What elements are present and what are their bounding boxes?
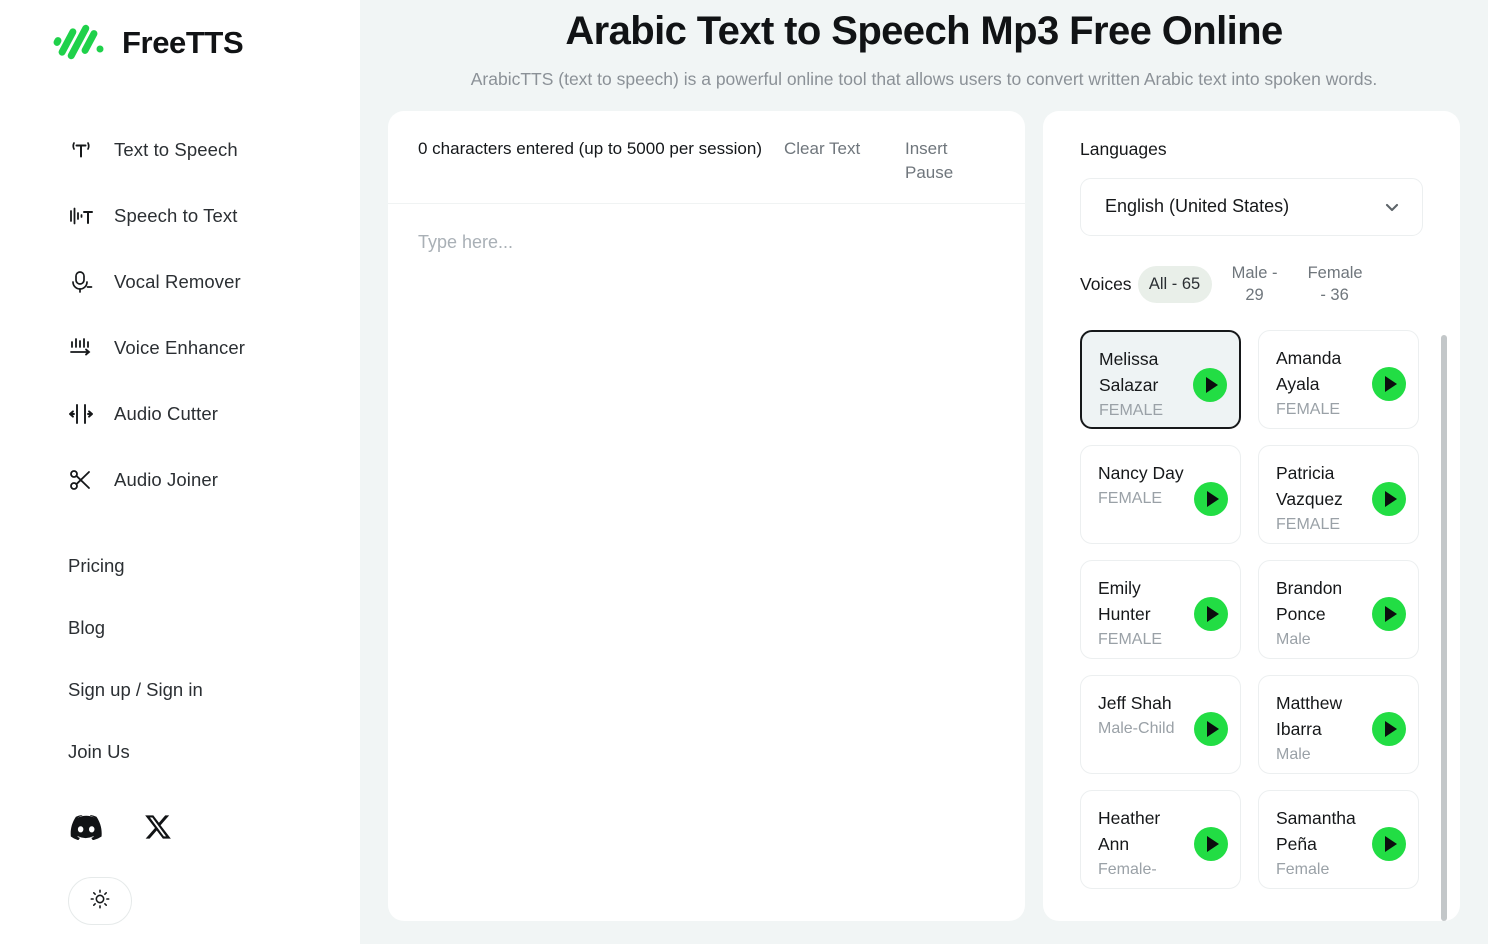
play-icon[interactable] — [1372, 826, 1406, 861]
audio-cutter-icon — [66, 399, 96, 429]
play-icon[interactable] — [1194, 481, 1228, 516]
voice-name: Emily Hunter — [1098, 577, 1151, 624]
voice-card[interactable]: Amanda Ayala FEMALE — [1258, 329, 1419, 429]
x-twitter-icon[interactable] — [144, 813, 172, 841]
sidebar-nav: Text to Speech Speech to Text Vocal Remo… — [0, 117, 360, 513]
speech-to-text-icon — [66, 201, 96, 231]
voice-name: Matthew Ibarra — [1276, 692, 1343, 739]
voice-gender: FEMALE — [1098, 631, 1163, 649]
voice-gender: FEMALE — [1276, 516, 1341, 534]
voice-name: Jeff Shah — [1098, 692, 1172, 713]
voice-name: Samantha Peña — [1276, 807, 1356, 854]
page-title: Arabic Text to Speech Mp3 Free Online — [565, 9, 1283, 53]
voices-filter-row: Voices All - 65 Male - 29 Female - 36 — [1043, 256, 1460, 314]
sidebar-item-vocal-remover[interactable]: Vocal Remover — [0, 249, 360, 315]
sidebar: FreeTTS Text to Speech Speech to Text Vo… — [0, 0, 360, 944]
play-icon[interactable] — [1194, 596, 1228, 631]
voice-gender: FEMALE — [1098, 489, 1163, 507]
voice-card[interactable]: Emily Hunter FEMALE — [1080, 559, 1241, 659]
sidebar-links: Pricing Blog Sign up / Sign in Join Us — [0, 535, 360, 783]
social-links — [0, 805, 360, 849]
voice-gender: Female — [1276, 861, 1330, 879]
voice-gender: FEMALE — [1276, 401, 1341, 419]
app-root: FreeTTS Text to Speech Speech to Text Vo… — [0, 0, 1488, 944]
voice-enhancer-icon — [66, 333, 96, 363]
voice-card[interactable]: Patricia Vazquez FEMALE — [1258, 444, 1419, 544]
play-icon[interactable] — [1372, 711, 1406, 746]
voice-gender: Male-Child — [1098, 719, 1175, 737]
sidebar-link-join-us[interactable]: Join Us — [0, 721, 360, 783]
filter-female[interactable]: Female - 36 — [1298, 255, 1372, 314]
microphone-icon — [66, 267, 96, 297]
sidebar-item-label: Voice Enhancer — [114, 337, 245, 358]
main-area: Arabic Text to Speech Mp3 Free Online Ar… — [360, 0, 1488, 944]
play-icon[interactable] — [1194, 826, 1228, 861]
text-input-area[interactable]: Type here... — [388, 204, 1025, 894]
filter-male[interactable]: Male - 29 — [1218, 255, 1292, 314]
voices-scrollbar[interactable] — [1441, 334, 1447, 921]
language-selected-value: English (United States) — [1105, 196, 1290, 217]
page-header: Arabic Text to Speech Mp3 Free Online Ar… — [360, 0, 1488, 93]
play-icon[interactable] — [1194, 711, 1228, 746]
voices-label: Voices — [1080, 274, 1132, 295]
play-icon[interactable] — [1372, 366, 1406, 401]
clear-text-button[interactable]: Clear Text — [778, 137, 883, 161]
voice-card[interactable]: Samantha Peña Female — [1258, 789, 1419, 889]
sidebar-link-signup-signin[interactable]: Sign up / Sign in — [0, 659, 360, 721]
scissors-icon — [66, 465, 96, 495]
voices-panel: Languages English (United States) Voices… — [1043, 110, 1460, 921]
sidebar-item-label: Vocal Remover — [114, 271, 241, 292]
chevron-down-icon — [1382, 197, 1402, 217]
play-icon[interactable] — [1193, 367, 1227, 402]
voice-card[interactable]: Brandon Ponce Male — [1258, 559, 1419, 659]
sidebar-item-speech-to-text[interactable]: Speech to Text — [0, 183, 360, 249]
voice-list: Melissa Salazar FEMALE Amanda Ayala FEMA… — [1043, 314, 1460, 921]
voice-gender: Female- — [1098, 861, 1157, 879]
sidebar-link-blog[interactable]: Blog — [0, 597, 360, 659]
sidebar-item-voice-enhancer[interactable]: Voice Enhancer — [0, 315, 360, 381]
sidebar-item-label: Speech to Text — [114, 205, 238, 226]
language-select[interactable]: English (United States) — [1080, 177, 1423, 236]
filter-all[interactable]: All - 65 — [1137, 265, 1212, 304]
voice-card[interactable]: Melissa Salazar FEMALE — [1080, 329, 1241, 429]
text-to-speech-icon — [66, 135, 96, 165]
text-editor-card: 0 characters entered (up to 5000 per ses… — [388, 110, 1025, 921]
voice-name: Nancy Day — [1098, 462, 1184, 483]
voice-card[interactable]: Nancy Day FEMALE — [1080, 444, 1241, 544]
brand-name: FreeTTS — [122, 25, 244, 60]
voice-name: Patricia Vazquez — [1276, 462, 1343, 509]
voice-gender: Male — [1276, 631, 1311, 649]
play-icon[interactable] — [1372, 596, 1406, 631]
voice-card[interactable]: Matthew Ibarra Male — [1258, 674, 1419, 774]
theme-toggle-button[interactable] — [68, 877, 132, 925]
freetts-waveform-logo-icon — [52, 21, 108, 65]
voice-name: Melissa Salazar — [1099, 348, 1159, 395]
editor-toolbar: 0 characters entered (up to 5000 per ses… — [388, 111, 1025, 203]
sidebar-item-text-to-speech[interactable]: Text to Speech — [0, 117, 360, 183]
discord-icon[interactable] — [68, 814, 102, 840]
languages-label: Languages — [1080, 138, 1167, 159]
sidebar-item-label: Audio Cutter — [114, 403, 219, 424]
play-icon[interactable] — [1372, 481, 1406, 516]
sidebar-item-audio-joiner[interactable]: Audio Joiner — [0, 447, 360, 513]
voice-card[interactable]: Jeff Shah Male-Child — [1080, 674, 1241, 774]
voice-name: Amanda Ayala — [1276, 347, 1342, 394]
sidebar-link-pricing[interactable]: Pricing — [0, 535, 360, 597]
voice-gender: Male — [1276, 746, 1311, 764]
sun-icon — [89, 888, 111, 915]
insert-pause-button[interactable]: Insert Pause — [883, 137, 993, 185]
voice-name: Brandon Ponce — [1276, 577, 1343, 624]
voice-card[interactable]: Heather Ann Female- — [1080, 789, 1241, 889]
page-subtitle: ArabicTTS (text to speech) is a powerful… — [470, 69, 1378, 90]
sidebar-item-label: Audio Joiner — [114, 469, 219, 490]
brand-logo[interactable]: FreeTTS — [0, 0, 360, 72]
character-counter: 0 characters entered (up to 5000 per ses… — [418, 138, 762, 158]
sidebar-item-audio-cutter[interactable]: Audio Cutter — [0, 381, 360, 447]
sidebar-item-label: Text to Speech — [114, 139, 238, 160]
voice-name: Heather Ann — [1098, 807, 1161, 854]
voice-gender: FEMALE — [1099, 402, 1164, 420]
content-row: 0 characters entered (up to 5000 per ses… — [360, 93, 1488, 921]
